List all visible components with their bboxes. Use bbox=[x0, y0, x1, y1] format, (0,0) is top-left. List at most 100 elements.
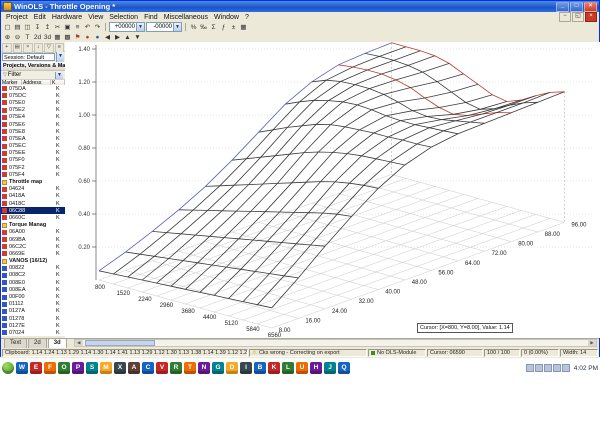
map-list-item[interactable]: 075E8 K bbox=[1, 128, 65, 135]
app-icon-7[interactable]: M bbox=[100, 362, 112, 374]
map-list-item[interactable]: 075DA K bbox=[1, 85, 65, 92]
app-icon-23[interactable]: J bbox=[324, 362, 336, 374]
map-list-item[interactable]: 0127E K bbox=[1, 322, 65, 329]
minimize-button[interactable]: _ bbox=[556, 1, 569, 12]
folder-new-icon[interactable]: + bbox=[2, 43, 12, 53]
pattern-view-icon[interactable]: ▩ bbox=[63, 33, 72, 42]
app-icon-12[interactable]: R bbox=[170, 362, 182, 374]
app-icon-1[interactable]: W bbox=[16, 362, 28, 374]
map-3d-view[interactable]: 0.20 0.40 0.60 0.80 1.00 1.20 1.40 800 1520 2240 2… bbox=[65, 42, 600, 338]
mdi-minimize-icon[interactable]: − bbox=[559, 12, 571, 22]
horizontal-scrollbar[interactable]: ◀ ▶ bbox=[73, 339, 597, 347]
paste-icon[interactable]: ≡ bbox=[73, 23, 82, 32]
open-project-icon[interactable]: ▤ bbox=[13, 23, 22, 32]
app-icon-3[interactable]: F bbox=[44, 362, 56, 374]
undo-icon[interactable]: ↶ bbox=[83, 23, 92, 32]
tray-icon[interactable] bbox=[552, 364, 561, 372]
app-icon-13[interactable]: T bbox=[184, 362, 196, 374]
new-file-icon[interactable]: ▢ bbox=[3, 23, 12, 32]
session-select[interactable]: Session: Default bbox=[2, 53, 55, 61]
app-icon-18[interactable]: B bbox=[254, 362, 266, 374]
chevron-down-icon[interactable]: ▼ bbox=[136, 23, 144, 31]
map-list-item[interactable]: 075F4 K bbox=[1, 171, 65, 178]
map-list-item[interactable]: 075E4 K bbox=[1, 114, 65, 121]
surface-mesh[interactable] bbox=[98, 42, 565, 309]
app-icon-6[interactable]: S bbox=[86, 362, 98, 374]
folder-row[interactable]: Torque Manag bbox=[1, 222, 65, 229]
percent-icon[interactable]: % bbox=[189, 23, 198, 32]
app-icon-20[interactable]: L bbox=[282, 362, 294, 374]
app-icon-8[interactable]: X bbox=[114, 362, 126, 374]
surface-plot[interactable]: 0.20 0.40 0.60 0.80 1.00 1.20 1.40 800 1520 2240 2… bbox=[65, 42, 600, 338]
map-list-item[interactable]: 008E0 K bbox=[1, 279, 65, 286]
mdi-restore-icon[interactable]: ◱ bbox=[572, 12, 584, 22]
map-list-item[interactable]: 075E0 K bbox=[1, 99, 65, 106]
down-icon[interactable]: ▼ bbox=[133, 33, 142, 42]
scroll-right-icon[interactable]: ▶ bbox=[588, 340, 596, 346]
filter-icon[interactable]: ▽ bbox=[44, 43, 54, 53]
menu-window[interactable]: Window bbox=[211, 14, 242, 21]
map-list-item[interactable]: 07024 K bbox=[1, 329, 65, 336]
map-list-item[interactable]: 06C88 K bbox=[1, 207, 65, 215]
map-list-item[interactable]: 00F00 K bbox=[1, 293, 65, 300]
menu-hardware[interactable]: Hardware bbox=[49, 14, 85, 21]
text-view-icon[interactable]: T bbox=[23, 33, 32, 42]
app-icon-2[interactable]: E bbox=[30, 362, 42, 374]
map-list-item[interactable]: 0127A K bbox=[1, 308, 65, 315]
app-icon-4[interactable]: O bbox=[58, 362, 70, 374]
map-list-item[interactable]: 008C2 K bbox=[1, 272, 65, 279]
app-icon-10[interactable]: C bbox=[142, 362, 154, 374]
menu-project[interactable]: Project bbox=[3, 14, 31, 21]
map-list-item[interactable]: 0418A K bbox=[1, 193, 65, 200]
map-list-item[interactable]: 075E6 K bbox=[1, 121, 65, 128]
flag-icon[interactable]: ⚑ bbox=[73, 33, 82, 42]
plusminus-icon[interactable]: ± bbox=[229, 23, 238, 32]
menu-edit[interactable]: Edit bbox=[31, 14, 49, 21]
map-list-item[interactable]: 008EA K bbox=[1, 286, 65, 293]
sum-icon[interactable]: Σ bbox=[209, 23, 218, 32]
folder-open-icon[interactable]: ▤ bbox=[12, 43, 22, 53]
copy-icon[interactable]: ▣ bbox=[63, 23, 72, 32]
app-icon-9[interactable]: A bbox=[128, 362, 140, 374]
view-2d-icon[interactable]: 2d bbox=[33, 33, 42, 42]
maximize-button[interactable]: □ bbox=[570, 1, 583, 12]
up-icon[interactable]: ▲ bbox=[123, 33, 132, 42]
map-list-item[interactable]: 04624 K bbox=[1, 186, 65, 193]
map-list-item[interactable]: 069BA K bbox=[1, 236, 65, 243]
map-list-item[interactable]: 00822 K bbox=[1, 265, 65, 272]
folder-row[interactable]: Throttle map bbox=[1, 178, 65, 185]
tray-icon[interactable] bbox=[561, 364, 570, 372]
zoom-in-icon[interactable]: ⊕ bbox=[3, 33, 12, 42]
grid-icon[interactable]: ▦ bbox=[239, 23, 248, 32]
tray-icon[interactable] bbox=[525, 364, 534, 372]
scrollbar-thumb[interactable] bbox=[84, 340, 155, 346]
delete-icon[interactable]: × bbox=[23, 43, 33, 53]
folder-row[interactable]: VANOS (16/12) bbox=[1, 258, 65, 265]
sort-icon[interactable]: ↓ bbox=[33, 43, 43, 53]
map-list-item[interactable]: 075F2 K bbox=[1, 164, 65, 171]
app-icon-14[interactable]: N bbox=[198, 362, 210, 374]
chevron-down-icon[interactable]: ▼ bbox=[56, 52, 64, 62]
map-list-item[interactable]: 06A00 K bbox=[1, 229, 65, 236]
menu-?[interactable]: ? bbox=[242, 14, 252, 21]
grid-view-icon[interactable]: ▦ bbox=[53, 33, 62, 42]
menu-selection[interactable]: Selection bbox=[106, 14, 141, 21]
app-icon-22[interactable]: H bbox=[310, 362, 322, 374]
menu-view[interactable]: View bbox=[85, 14, 106, 21]
app-icon-21[interactable]: U bbox=[296, 362, 308, 374]
zoom-out-icon[interactable]: ⊖ bbox=[13, 33, 22, 42]
redo-icon[interactable]: ↷ bbox=[93, 23, 102, 32]
map-list-item[interactable]: 075EA K bbox=[1, 135, 65, 142]
tab-text[interactable]: Text bbox=[4, 338, 28, 348]
marker-red-icon[interactable]: ● bbox=[83, 33, 92, 42]
app-icon-16[interactable]: D bbox=[226, 362, 238, 374]
start-button[interactable] bbox=[2, 362, 14, 374]
map-list-item[interactable]: 0669E K bbox=[1, 250, 65, 257]
offset-plus-field[interactable]: +00000 ▼ bbox=[109, 22, 145, 32]
map-list-item[interactable]: 075F0 K bbox=[1, 157, 65, 164]
app-icon-15[interactable]: G bbox=[212, 362, 224, 374]
map-list-item[interactable]: 075DC K bbox=[1, 92, 65, 99]
chevron-down-icon[interactable]: ▼ bbox=[173, 23, 181, 31]
menu-miscellaneous[interactable]: Miscellaneous bbox=[161, 14, 211, 21]
scroll-left-icon[interactable]: ◀ bbox=[74, 340, 83, 346]
